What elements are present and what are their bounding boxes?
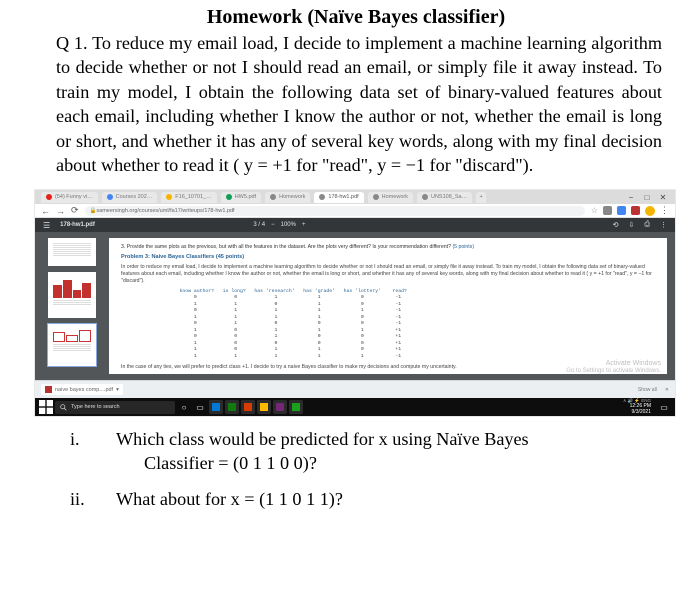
pdf-text: In order to reduce my email load, I deci… (121, 264, 653, 285)
pdf-thumbnail[interactable] (48, 272, 96, 318)
subquestion-ii: ii.What about for x = (1 1 0 1 1)? (106, 487, 662, 511)
taskbar-taskview-icon[interactable]: ▭ (193, 400, 207, 414)
browser-tab[interactable]: Homework (265, 192, 310, 203)
pdf-zoom-out-icon[interactable]: − (271, 222, 275, 228)
embedded-screenshot: (54) Funny vi… Courses 202… F16_10701_… … (34, 189, 676, 417)
pdf-problem-title: Problem 3: Naive Bayes Classifiers (45 p… (121, 254, 653, 262)
pdf-icon (226, 194, 232, 200)
browser-addressbar: ← → ⟳ 🔒 sameersingh.org/courses/uml/fa17… (35, 204, 675, 218)
download-chip[interactable]: naive bayes comp....pdf ▾ (41, 384, 123, 395)
page-icon (270, 194, 276, 200)
pdf-menu-icon[interactable]: ☰ (43, 221, 50, 230)
browser-tab[interactable]: UNS108_Sa… (417, 192, 472, 203)
pdf-more-icon[interactable]: ⋮ (660, 221, 667, 229)
windows-activation-watermark: Activate Windows Go to Settings to activ… (566, 360, 661, 374)
taskbar-app-icon[interactable] (289, 400, 303, 414)
download-shelf: naive bayes comp....pdf ▾ Show all ✕ (35, 380, 675, 398)
site-icon (107, 194, 113, 200)
question-body: To reduce my email load, I decide to imp… (56, 33, 662, 175)
window-maximize-icon[interactable]: □ (641, 192, 653, 202)
browser-tab[interactable]: F16_10701_… (161, 192, 216, 203)
browser-tab[interactable]: (54) Funny vi… (41, 192, 98, 203)
taskbar-app-icon[interactable] (273, 400, 287, 414)
pdf-viewer: 3. Provide the same plots as the previou… (35, 232, 675, 380)
pdf-data-table: know author? is long? has 'research' has… (180, 289, 595, 360)
page-icon (422, 194, 428, 200)
page-title: Homework (Naïve Bayes classifier) (50, 6, 662, 29)
pdf-thumbnail-strip (43, 238, 101, 374)
question-1-text: Q 1. To reduce my email load, I decide t… (56, 31, 662, 177)
pdf-icon (166, 194, 172, 200)
question-label: Q 1. (56, 33, 88, 53)
pdf-page-indicator: 3 / 4 (253, 222, 265, 228)
pdf-filename: 178-hw1.pdf (60, 222, 95, 228)
pdf-icon (319, 194, 325, 200)
extension-icon[interactable] (617, 206, 626, 215)
extension-icon[interactable] (631, 206, 640, 215)
browser-tab[interactable]: Courses 202… (102, 192, 158, 203)
pdf-thumbnail[interactable] (48, 238, 96, 266)
browser-tab[interactable]: Homework (368, 192, 413, 203)
pdf-rotate-icon[interactable]: ⟲ (613, 221, 619, 229)
nav-back-icon[interactable]: ← (41, 206, 50, 216)
pdf-print-icon[interactable]: ⎙ (644, 221, 650, 229)
browser-tab[interactable]: HW5.pdf (221, 192, 261, 203)
subquestion-i: i.Which class would be predicted for x u… (106, 427, 662, 451)
pdf-page-content: 3. Provide the same plots as the previou… (109, 238, 667, 374)
taskbar-app-icon[interactable] (225, 400, 239, 414)
star-icon[interactable]: ☆ (591, 206, 598, 215)
browser-tab-active[interactable]: 178-hw1.pdf (314, 192, 363, 203)
taskbar-cortana-icon[interactable]: ○ (177, 400, 191, 414)
window-close-icon[interactable]: ✕ (657, 192, 669, 202)
taskbar-app-icon[interactable] (257, 400, 271, 414)
subquestion-i-cont: Classifier = (0 1 1 0 0)? (144, 451, 662, 475)
pdf-toolbar: ☰ 178-hw1.pdf 3 / 4 − 100% + ⟲ ⇩ ⎙ ⋮ (35, 218, 675, 232)
window-minimize-icon[interactable]: − (625, 192, 637, 202)
pdf-icon (45, 386, 52, 393)
menu-icon[interactable]: ⋮ (660, 205, 669, 216)
lock-icon: 🔒 (90, 208, 97, 214)
new-tab-button[interactable]: + (476, 192, 486, 203)
nav-reload-icon[interactable]: ⟳ (71, 205, 79, 216)
pdf-zoom-level: 100% (281, 222, 296, 228)
url-input[interactable]: 🔒 sameersingh.org/courses/uml/fa17/write… (85, 206, 585, 216)
profile-avatar-icon[interactable] (645, 206, 655, 216)
youtube-icon (46, 194, 52, 200)
browser-tabstrip: (54) Funny vi… Courses 202… F16_10701_… … (35, 190, 675, 204)
chevron-down-icon[interactable]: ▾ (116, 387, 119, 393)
taskbar-search-input[interactable]: Type here to search (55, 401, 175, 414)
extension-icon[interactable] (603, 206, 612, 215)
search-icon (60, 404, 67, 411)
nav-forward-icon[interactable]: → (56, 206, 65, 216)
windows-taskbar: Type here to search ○ ▭ ∧ 🔊 ⚡ ENG 12:26 … (35, 398, 675, 416)
windows-start-icon[interactable] (39, 400, 53, 414)
pdf-text: 3. Provide the same plots as the previou… (121, 244, 653, 251)
page-icon (373, 194, 379, 200)
taskbar-app-icon[interactable] (241, 400, 255, 414)
close-icon[interactable]: ✕ (665, 387, 669, 393)
taskbar-clock[interactable]: ∧ 🔊 ⚡ ENG 12:26 PM 9/3/2021 (623, 399, 655, 415)
show-all-downloads[interactable]: Show all (638, 387, 657, 393)
url-text: sameersingh.org/courses/uml/fa17/writeup… (96, 208, 234, 214)
pdf-zoom-in-icon[interactable]: + (302, 222, 306, 228)
taskbar-app-icon[interactable] (209, 400, 223, 414)
pdf-download-icon[interactable]: ⇩ (629, 221, 635, 229)
taskbar-notifications-icon[interactable]: ▭ (657, 400, 671, 414)
pdf-thumbnail-selected[interactable] (48, 324, 96, 366)
